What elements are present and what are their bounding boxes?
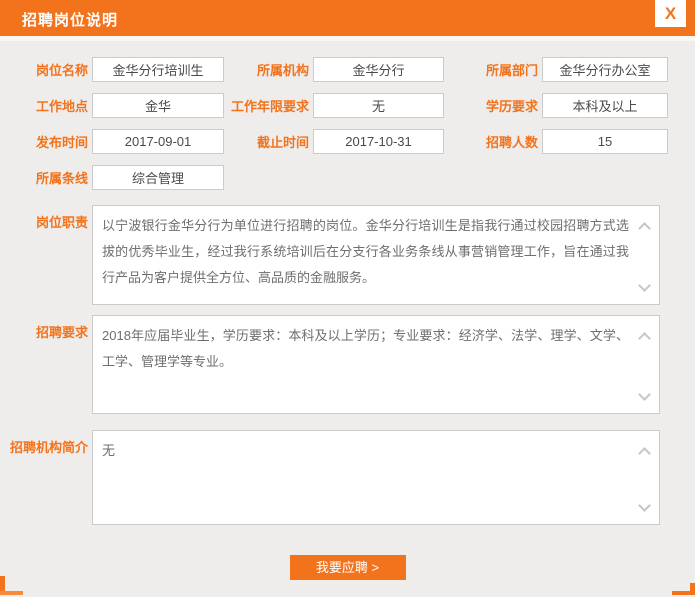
apply-button[interactable]: 我要应聘 > [289,555,406,580]
dialog-title: 招聘岗位说明 [22,12,119,29]
organization-field[interactable] [313,57,444,82]
responsibilities-text: 以宁波银行金华分行为单位进行招聘的岗位。金华分行培训生是指我行通过校园招聘方式选… [102,218,629,285]
dialog-header: 招聘岗位说明 X [0,0,695,36]
work-location-label: 工作地点 [35,99,88,114]
organization-label: 所属机构 [256,63,309,78]
publish-date-field[interactable] [92,129,224,154]
department-label: 所属部门 [485,63,538,78]
responsibilities-label: 岗位职责 [35,215,88,230]
form-row-2: 工作地点 工作年限要求 学历要求 [0,93,695,118]
position-name-field[interactable] [92,57,224,82]
responsibilities-section: 岗位职责 以宁波银行金华分行为单位进行招聘的岗位。金华分行培训生是指我行通过校园… [0,205,695,315]
position-name-label: 岗位名称 [35,63,88,78]
department-field[interactable] [542,57,668,82]
work-location-field[interactable] [92,93,224,118]
footer-corner-left-decoration [0,591,23,595]
headcount-label: 招聘人数 [485,135,538,150]
deadline-label: 截止时间 [256,135,309,150]
requirements-textarea[interactable]: 2018年应届毕业生，学历要求：本科及以上学历；专业要求：经济学、法学、理学、文… [92,315,660,414]
org-intro-text: 无 [102,443,116,458]
publish-date-label: 发布时间 [35,135,88,150]
form-row-4: 所属条线 [0,165,695,190]
close-button[interactable]: X [655,0,686,27]
experience-field[interactable] [313,93,444,118]
responsibilities-textarea[interactable]: 以宁波银行金华分行为单位进行招聘的岗位。金华分行培训生是指我行通过校园招聘方式选… [92,205,660,305]
business-line-label: 所属条线 [35,171,88,186]
education-label: 学历要求 [485,99,538,114]
job-detail-form: 岗位名称 所属机构 所属部门 工作地点 工作年限要求 学历要求 发布时间 截止时… [0,41,695,580]
form-row-3: 发布时间 截止时间 招聘人数 [0,129,695,154]
org-intro-section: 招聘机构简介 无 [0,430,695,525]
experience-label: 工作年限要求 [230,99,309,114]
form-row-1: 岗位名称 所属机构 所属部门 [0,57,695,82]
footer-corner-right-decoration [672,591,695,595]
deadline-field[interactable] [313,129,444,154]
org-intro-textarea[interactable]: 无 [92,430,660,525]
requirements-section: 招聘要求 2018年应届毕业生，学历要求：本科及以上学历；专业要求：经济学、法学… [0,315,695,430]
requirements-label: 招聘要求 [35,325,88,340]
education-field[interactable] [542,93,668,118]
org-intro-label: 招聘机构简介 [9,440,88,455]
apply-button-container: 我要应聘 > [0,555,695,580]
requirements-text: 2018年应届毕业生，学历要求：本科及以上学历；专业要求：经济学、法学、理学、文… [102,328,629,369]
business-line-field[interactable] [92,165,224,190]
headcount-field[interactable] [542,129,668,154]
